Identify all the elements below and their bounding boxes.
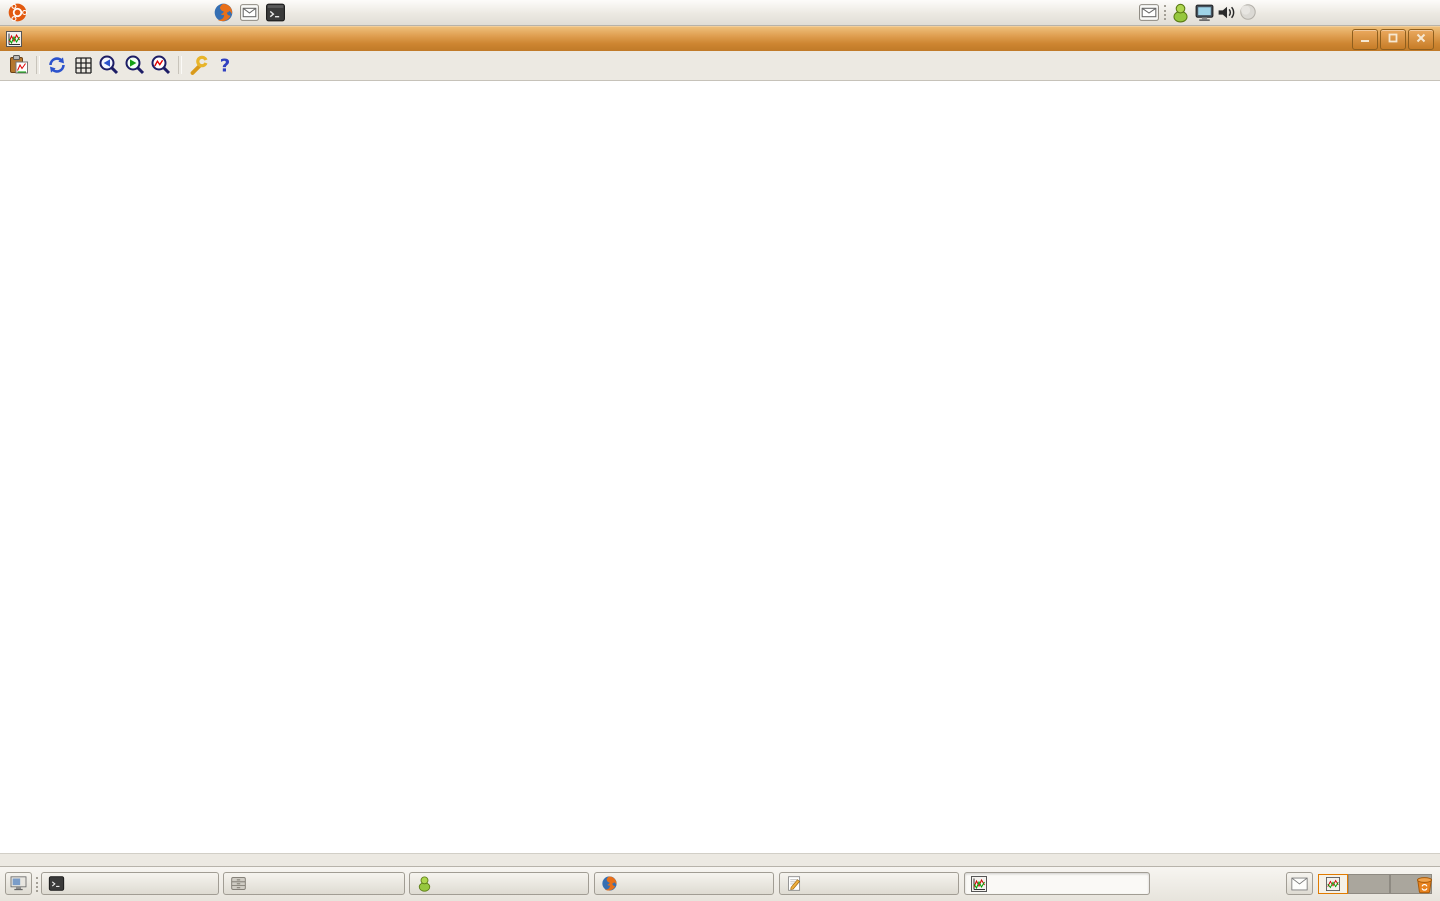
plot-canvas[interactable]	[0, 81, 1440, 853]
display-icon	[1194, 2, 1215, 23]
toolbar-separator	[178, 56, 182, 74]
taskbar	[0, 866, 1440, 901]
window-toolbar: ?	[0, 51, 1440, 81]
task-firefox[interactable]	[594, 872, 774, 895]
menu-system[interactable]	[150, 0, 166, 25]
firefox-icon	[213, 2, 234, 23]
chart3-svg	[0, 548, 1440, 848]
task-file-manager[interactable]	[223, 872, 405, 895]
workspace-1[interactable]	[1318, 874, 1348, 894]
close-icon	[1415, 33, 1427, 44]
task-gnuplot[interactable]	[964, 872, 1150, 895]
previous-zoom-icon	[98, 54, 120, 76]
minimize-icon	[1359, 33, 1371, 44]
task-terminal[interactable]	[41, 872, 219, 895]
terminal-icon	[265, 2, 286, 23]
zoom-region-icon	[150, 54, 172, 76]
ubuntu-menu-button[interactable]	[7, 2, 28, 23]
gnuplot-window: ?	[0, 26, 1440, 866]
tray-display-icon[interactable]	[1194, 2, 1215, 23]
gajim-icon	[1170, 2, 1191, 23]
replot-icon	[46, 54, 68, 76]
gnuplot-icon	[1326, 877, 1340, 891]
maximize-icon	[1387, 33, 1399, 44]
next-zoom-icon	[124, 54, 146, 76]
copy-to-clipboard-button[interactable]	[6, 53, 32, 78]
gajim-icon	[416, 875, 433, 892]
toolbar-separator	[36, 56, 40, 74]
terminal-icon	[48, 875, 65, 892]
copy-to-clipboard-icon	[8, 54, 30, 76]
window-footer	[0, 853, 1440, 867]
trash-icon	[1414, 873, 1435, 895]
tray-volume-icon[interactable]	[1216, 2, 1237, 23]
tray-mail-button[interactable]	[1138, 2, 1159, 23]
mail-notification-button[interactable]	[1286, 872, 1313, 895]
task-gajim[interactable]	[409, 872, 589, 895]
menu-applications[interactable]	[30, 0, 46, 25]
next-zoom-button[interactable]	[122, 53, 148, 78]
help-button[interactable]: ?	[212, 53, 238, 78]
show-desktop-icon	[10, 876, 27, 891]
close-button[interactable]	[1408, 29, 1434, 50]
weather-icon[interactable]	[1238, 2, 1259, 23]
replot-button[interactable]	[44, 53, 70, 78]
zoom-region-button[interactable]	[148, 53, 174, 78]
window-titlebar[interactable]	[0, 26, 1440, 51]
chart1-svg	[0, 83, 1440, 235]
mail-launcher[interactable]	[239, 2, 260, 23]
gnuplot-icon	[971, 876, 987, 892]
mail-icon	[239, 2, 260, 23]
task-text-editor[interactable]	[779, 872, 959, 895]
svg-text:?: ?	[220, 56, 230, 77]
top-panel	[0, 0, 1440, 26]
firefox-icon	[601, 875, 618, 892]
text-editor-icon	[786, 875, 803, 892]
wrench-icon	[188, 54, 210, 76]
chart2-svg	[0, 241, 1440, 541]
trash-button[interactable]	[1412, 872, 1437, 895]
workspace-2[interactable]	[1348, 874, 1390, 894]
minimize-button[interactable]	[1352, 29, 1378, 50]
firefox-launcher[interactable]	[213, 2, 234, 23]
file-manager-icon	[230, 875, 247, 892]
tray-gajim-icon[interactable]	[1170, 2, 1191, 23]
ubuntu-logo-icon	[7, 2, 28, 23]
settings-button[interactable]	[186, 53, 212, 78]
maximize-button[interactable]	[1380, 29, 1406, 50]
moon-icon	[1238, 2, 1258, 22]
menu-places[interactable]	[98, 0, 114, 25]
terminal-launcher[interactable]	[265, 2, 286, 23]
gnuplot-window-icon	[6, 31, 22, 47]
help-icon: ?	[214, 54, 236, 76]
previous-zoom-button[interactable]	[96, 53, 122, 78]
mail-icon	[1138, 2, 1160, 23]
grid-icon	[72, 54, 94, 76]
volume-icon	[1216, 2, 1237, 23]
panel-separator	[1164, 5, 1169, 20]
show-desktop-button[interactable]	[5, 872, 32, 895]
grid-button[interactable]	[70, 53, 96, 78]
mail-icon	[1291, 877, 1308, 891]
